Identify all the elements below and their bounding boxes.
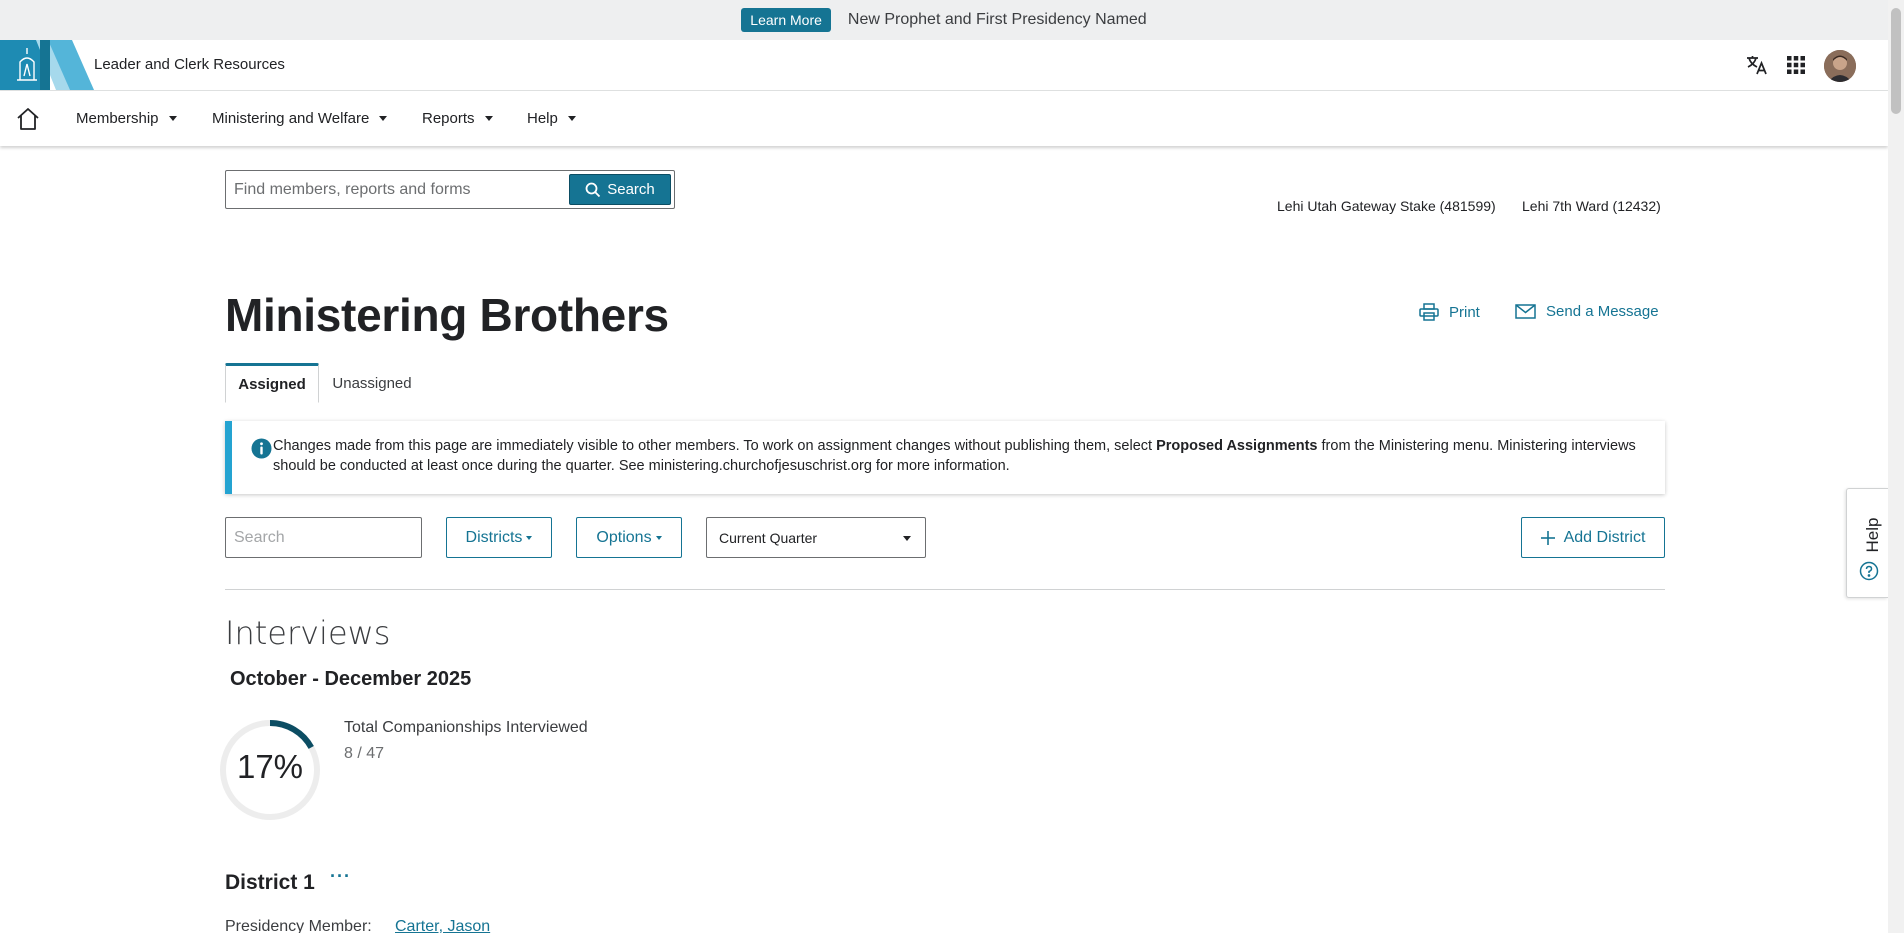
scrollbar-thumb[interactable] (1891, 8, 1901, 114)
printer-icon (1419, 303, 1439, 321)
info-bold: Proposed Assignments (1156, 438, 1318, 454)
search-button-label: Search (607, 181, 655, 198)
presidency-member-link[interactable]: Carter, Jason (395, 918, 490, 933)
interviews-percent: 17% (236, 748, 304, 785)
period-selected: Current Quarter (719, 529, 818, 546)
print-button[interactable]: Print (1419, 303, 1480, 321)
nav-reports[interactable]: Reports (422, 110, 493, 127)
interviews-heading: Interviews (225, 614, 391, 652)
ward-unit[interactable]: Lehi 7th Ward (12432) (1522, 198, 1661, 214)
help-side-tab[interactable]: Help (1846, 488, 1888, 598)
print-label: Print (1449, 303, 1480, 321)
church-logo[interactable] (0, 40, 94, 90)
stake-unit[interactable]: Lehi Utah Gateway Stake (481599) (1277, 198, 1496, 214)
learn-more-button[interactable]: Learn More (741, 8, 831, 32)
plus-icon (1540, 530, 1555, 545)
caret-down-icon (379, 116, 388, 121)
nav-membership[interactable]: Membership (76, 110, 177, 127)
global-search-input[interactable] (234, 179, 564, 201)
districts-dropdown[interactable]: Districts (446, 517, 552, 558)
caret-down-icon (903, 536, 911, 541)
nav-label: Help (527, 110, 558, 127)
home-icon[interactable] (15, 106, 41, 132)
info-text: Changes made from this page are immediat… (273, 438, 1157, 454)
announcement-bar: Learn More New Prophet and First Preside… (0, 0, 1888, 40)
search-icon (585, 182, 601, 197)
add-district-button[interactable]: Add District (1521, 517, 1665, 558)
district-menu-button[interactable]: ··· (330, 866, 351, 887)
caret-down-icon (526, 535, 533, 540)
districts-label: Districts (465, 528, 523, 546)
nav-label: Membership (76, 110, 159, 127)
apps-grid-icon[interactable] (1781, 50, 1811, 80)
search-button[interactable]: Search (569, 174, 671, 205)
options-label: Options (596, 528, 652, 546)
caret-down-icon (655, 535, 662, 540)
interviews-label: Total Companionships Interviewed (344, 719, 588, 736)
announcement-headline: New Prophet and First Presidency Named (847, 11, 1147, 28)
divider (225, 589, 1665, 590)
send-message-label: Send a Message (1546, 303, 1659, 320)
page-scrollbar[interactable] (1888, 0, 1904, 933)
nav-help[interactable]: Help (527, 110, 576, 127)
tab-assigned[interactable]: Assigned (225, 363, 319, 403)
help-tab-label: Help (1863, 517, 1882, 553)
filter-search-input[interactable] (225, 517, 422, 558)
caret-down-icon (567, 116, 576, 121)
page-title: Ministering Brothers (225, 289, 669, 341)
global-search: Search (225, 170, 675, 209)
avatar[interactable] (1824, 50, 1856, 82)
nav-label: Reports (422, 110, 475, 127)
caret-down-icon (168, 116, 177, 121)
quarter-heading: October - December 2025 (230, 668, 472, 690)
presidency-label: Presidency Member: (225, 918, 372, 933)
site-header: Leader and Clerk Resources (0, 40, 1888, 91)
question-icon (1859, 561, 1879, 581)
nav-label: Ministering and Welfare (212, 110, 370, 127)
info-message: Changes made from this page are immediat… (273, 437, 1653, 476)
nav-ministering-welfare[interactable]: Ministering and Welfare (212, 110, 388, 127)
main-nav: Membership Ministering and Welfare Repor… (0, 91, 1888, 146)
options-dropdown[interactable]: Options (576, 517, 682, 558)
site-title[interactable]: Leader and Clerk Resources (94, 56, 285, 73)
info-icon (251, 438, 272, 459)
add-district-label: Add District (1563, 528, 1646, 546)
translate-icon[interactable] (1742, 50, 1772, 80)
district-name: District 1 (225, 871, 315, 894)
info-alert: Changes made from this page are immediat… (225, 421, 1665, 494)
send-message-button[interactable]: Send a Message (1515, 303, 1659, 320)
tab-unassigned[interactable]: Unassigned (325, 363, 419, 403)
interviews-count: 8 / 47 (344, 745, 385, 762)
caret-down-icon (484, 116, 493, 121)
envelope-icon (1515, 304, 1536, 319)
period-select[interactable]: Current Quarter (706, 517, 926, 558)
